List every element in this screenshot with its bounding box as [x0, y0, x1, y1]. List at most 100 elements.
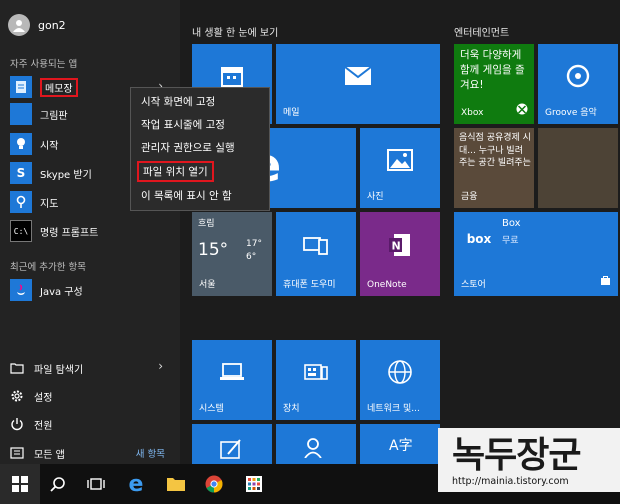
search-button[interactable]: [38, 464, 78, 504]
app-label: 시작: [40, 140, 59, 152]
mail-tile[interactable]: 메일: [276, 44, 440, 124]
task-view-button[interactable]: [76, 464, 116, 504]
menu-item-run-as-admin[interactable]: 관리자 권한으로 실행: [141, 140, 235, 155]
groove-label: Groove 음악: [545, 108, 597, 118]
svg-text:A字: A字: [389, 438, 412, 454]
onenote-tile[interactable]: N OneNote: [360, 212, 440, 296]
avatar: [8, 14, 30, 36]
news-photo-tile[interactable]: [538, 128, 618, 208]
app-label: Java 구성: [40, 286, 83, 298]
chrome-icon: [205, 475, 223, 493]
start-button[interactable]: [0, 464, 40, 504]
chevron-right-icon[interactable]: ›: [158, 359, 163, 373]
folder-icon: [10, 361, 24, 375]
app-item-cmd[interactable]: C:\ 명령 프롬프트: [10, 220, 175, 242]
user-name: gon2: [38, 18, 66, 32]
list-icon: [10, 446, 24, 460]
menu-item-open-file-location[interactable]: 파일 위치 열기: [137, 161, 214, 182]
system-tile[interactable]: 시스템: [192, 340, 272, 420]
globe-icon: [387, 359, 413, 389]
groove-tile[interactable]: Groove 음악: [538, 44, 618, 124]
settings-button[interactable]: 설정: [10, 386, 175, 406]
all-apps-label: 모든 앱: [34, 449, 65, 461]
weather-tile[interactable]: 흐림 15° 17° 6° 서울: [192, 212, 272, 296]
most-used-label: 자주 사용되는 앱: [10, 59, 78, 70]
watermark-url: http://mainia.tistory.com: [452, 476, 569, 487]
phone-companion-tile[interactable]: 휴대폰 도우미: [276, 212, 356, 296]
money-label: 금융: [461, 192, 478, 202]
group-title-entertainment[interactable]: 엔터테인먼트: [454, 24, 509, 39]
user-icon: [13, 20, 25, 32]
file-explorer-label: 파일 탐색기: [34, 364, 84, 376]
menu-item-pin-taskbar[interactable]: 작업 표시줄에 고정: [141, 117, 225, 132]
menu-item-hide-from-list[interactable]: 이 목록에 표시 안 함: [141, 188, 232, 203]
watermark: 녹두장군 http://mainia.tistory.com: [438, 428, 620, 492]
network-label: 네트워크 및...: [367, 404, 420, 414]
xbox-tile[interactable]: 더욱 다양하게 함께 게임을 즐겨요! Xbox: [454, 44, 534, 124]
cmd-icon: C:\: [10, 220, 32, 242]
search-icon: [50, 477, 65, 492]
settings-label: 설정: [34, 392, 53, 404]
weather-status: 흐림: [198, 219, 215, 229]
start-left-panel: gon2 자주 사용되는 앱 메모장 › 그림판 시작 S Skype 받기 지…: [0, 0, 180, 464]
app-label: 지도: [40, 198, 59, 210]
personalization-tile[interactable]: [192, 424, 272, 464]
box-title: Box: [502, 218, 521, 229]
box-subtitle: 무료: [502, 236, 519, 246]
folder-icon: [167, 478, 185, 491]
money-tile[interactable]: 음식점 공유경제 시대... 누구나 빌려주는 공간 빌려주는 금융: [454, 128, 534, 208]
groove-disc-icon: [566, 64, 590, 92]
mail-label: 메일: [283, 108, 300, 118]
watermark-title: 녹두장군: [452, 434, 581, 476]
user-account[interactable]: gon2: [8, 14, 66, 36]
box-tile[interactable]: box Box 무료 스토어: [454, 212, 618, 296]
context-menu: 시작 화면에 고정 작업 표시줄에 고정 관리자 권한으로 실행 파일 위치 열…: [130, 87, 270, 211]
onenote-icon: N: [388, 232, 412, 262]
store-bag-icon: [600, 271, 611, 290]
xbox-label: Xbox: [461, 108, 484, 118]
onenote-label: OneNote: [367, 280, 407, 290]
weather-low: 6°: [246, 252, 257, 262]
all-apps-button[interactable]: 모든 앱 새 항목: [10, 443, 175, 463]
photos-label: 사진: [367, 192, 384, 202]
power-button[interactable]: 전원: [10, 414, 175, 434]
app-grid-taskbar-button[interactable]: [234, 464, 274, 504]
map-icon: [10, 191, 32, 213]
file-explorer-taskbar-button[interactable]: [156, 464, 196, 504]
system-label: 시스템: [199, 404, 224, 414]
app-item-java[interactable]: Java 구성: [10, 279, 175, 301]
photos-tile[interactable]: 사진: [360, 128, 440, 208]
paint-brush-icon: [220, 438, 244, 464]
xbox-logo-icon: [516, 100, 528, 119]
devices-tile[interactable]: 장치: [276, 340, 356, 420]
recently-added-label: 최근에 추가한 항목: [10, 262, 86, 273]
phone-laptop-icon: [302, 234, 330, 260]
group-title-life[interactable]: 내 생활 한 눈에 보기: [192, 24, 278, 39]
gear-icon: [10, 389, 24, 403]
weather-temp: 15°: [198, 240, 229, 260]
power-icon: [10, 417, 24, 431]
notepad-icon: [10, 76, 32, 98]
svg-text:N: N: [392, 240, 401, 253]
app-label: Skype 받기: [40, 169, 92, 181]
app-label: 그림판: [40, 110, 68, 122]
xbox-promo: 더욱 다양하게 함께 게임을 즐겨요!: [460, 49, 525, 91]
paint-icon: [10, 103, 32, 125]
store-label: 스토어: [461, 280, 486, 290]
app-label: 메모장: [40, 77, 78, 97]
task-view-icon: [87, 478, 105, 490]
skype-icon: S: [10, 162, 32, 184]
chrome-taskbar-button[interactable]: [194, 464, 234, 504]
edge-taskbar-button[interactable]: e: [116, 464, 156, 504]
network-tile[interactable]: 네트워크 및...: [360, 340, 440, 420]
accounts-tile[interactable]: [276, 424, 356, 464]
grid-icon: [246, 476, 262, 492]
phone-label: 휴대폰 도우미: [283, 280, 336, 290]
time-language-tile[interactable]: A字: [360, 424, 440, 464]
devices-label: 장치: [283, 404, 300, 414]
new-badge: 새 항목: [135, 449, 165, 460]
file-explorer-button[interactable]: 파일 탐색기 ›: [10, 358, 175, 378]
app-label: 명령 프롬프트: [40, 227, 99, 239]
menu-item-pin-start[interactable]: 시작 화면에 고정: [141, 94, 215, 109]
windows-logo-icon: [12, 476, 28, 492]
